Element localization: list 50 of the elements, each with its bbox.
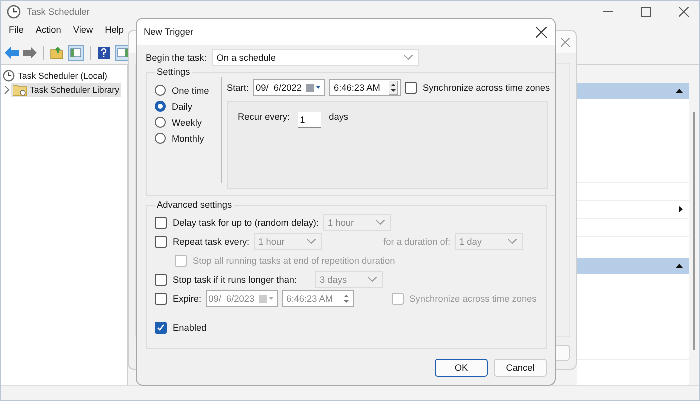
calendar-dropdown-icon	[306, 82, 322, 92]
collapse-triangle-icon	[676, 89, 683, 93]
dialog-button[interactable]: OK	[435, 359, 488, 377]
radio-option[interactable]: One time	[155, 85, 221, 96]
expand-chevron-icon[interactable]	[4, 86, 10, 94]
calendar-dropdown-icon	[258, 294, 275, 304]
field-label: Start:	[227, 82, 249, 92]
recur-input[interactable]: 1	[298, 112, 322, 128]
forward-arrow-icon[interactable]	[23, 47, 37, 59]
unit-label: days	[329, 112, 349, 122]
clock-icon	[7, 5, 21, 19]
group-title: Settings	[156, 67, 192, 77]
close-icon[interactable]	[679, 7, 689, 17]
submenu-arrow-icon	[679, 206, 683, 213]
maximize-icon[interactable]	[641, 7, 651, 17]
field-label: Recur every:	[238, 112, 290, 122]
chevron-down-icon	[368, 277, 377, 282]
chevron-down-icon	[376, 220, 386, 225]
dialog-title: New Trigger	[144, 27, 194, 37]
checkbox[interactable]: Enabled	[155, 322, 207, 334]
chevron-down-icon	[508, 239, 517, 244]
menu-item[interactable]: View	[73, 25, 94, 40]
checkbox[interactable]: Synchronize across time zones	[404, 82, 550, 94]
tree-item[interactable]: Task Scheduler Library	[11, 83, 122, 97]
dialog-button[interactable]: Cancel	[494, 359, 547, 377]
time-spinner[interactable]: 6:46:23 AM	[328, 79, 401, 96]
close-icon[interactable]	[536, 26, 547, 38]
check-icon	[157, 324, 165, 332]
chevron-down-icon	[404, 55, 413, 60]
tree-item[interactable]: Task Scheduler (Local)	[1, 69, 127, 83]
folder-icon	[13, 84, 27, 96]
group-title: Advanced settings	[156, 200, 234, 210]
radio-option[interactable]: Weekly	[155, 117, 221, 128]
spinner-arrows-icon	[388, 80, 398, 94]
window-title: Task Scheduler	[27, 7, 90, 17]
radio-option[interactable]: Monthly	[155, 133, 221, 144]
back-arrow-icon[interactable]	[5, 47, 19, 59]
chevron-down-icon	[306, 239, 316, 244]
collapse-triangle-icon	[676, 264, 683, 268]
begin-task-dropdown[interactable]: On a schedule	[212, 49, 419, 66]
field-label: for a duration of:	[384, 236, 451, 246]
folder-icon[interactable]	[50, 46, 64, 60]
field-label: Begin the task:	[146, 52, 207, 62]
help-icon[interactable]	[97, 46, 111, 60]
menu-item[interactable]: Help	[105, 25, 124, 40]
radio-option[interactable]: Daily	[155, 101, 221, 112]
menu-item[interactable]: Action	[36, 25, 62, 40]
date-picker[interactable]: 09/ 6/2022	[252, 79, 325, 96]
panel-icon[interactable]	[68, 45, 84, 61]
menu-item[interactable]: File	[9, 25, 24, 40]
